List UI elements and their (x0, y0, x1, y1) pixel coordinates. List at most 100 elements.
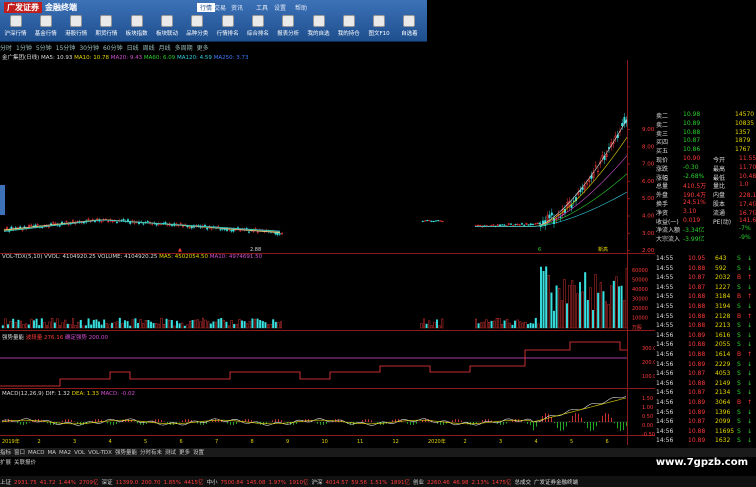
trade-side-mark: ↓ (747, 379, 753, 387)
period-7[interactable]: 周线 (143, 45, 155, 52)
macd-bar (590, 422, 591, 431)
period-6[interactable]: 日线 (127, 45, 139, 52)
candle (142, 223, 145, 225)
quote-value: 10.98 (683, 111, 701, 118)
indicator-tab-10[interactable]: 更多 (179, 450, 190, 456)
flow-axis-label: 300.0 (642, 346, 655, 352)
menu-2[interactable]: 资讯 (231, 3, 243, 12)
volume-bar (248, 321, 251, 329)
quote-key: 卖二 (656, 121, 669, 129)
axis-tick (627, 232, 630, 234)
candle (206, 227, 209, 230)
status-item: 1475亿 (492, 480, 512, 486)
toolbar-button-0[interactable]: 沪深行情 (2, 14, 29, 41)
period-0[interactable]: 分时 (0, 45, 12, 52)
macd-bar (458, 419, 459, 422)
volume-bar (183, 325, 186, 329)
indicator-tab-11[interactable]: 设置 (193, 450, 204, 456)
extension-tab-0[interactable]: 扩展 (0, 460, 11, 466)
volume-bar (136, 323, 139, 329)
period-4[interactable]: 30分钟 (79, 45, 99, 52)
trade-qty: 11695 (715, 427, 735, 435)
menu-5[interactable]: 帮助 (295, 3, 307, 12)
period-9[interactable]: 多周期 (175, 45, 193, 52)
volume-bar (482, 321, 485, 329)
status-item: 1891亿 (390, 480, 411, 486)
toolbar-button-13[interactable]: 自选着 (396, 14, 423, 41)
period-8[interactable]: 月线 (159, 45, 171, 52)
status-item: 59.56 (351, 480, 368, 486)
volume-bar (168, 319, 171, 329)
indicator-tab-3[interactable]: MA (48, 450, 57, 456)
top-toolbar: 广发证券 金融终端 行情 交易 资讯 工具 设置 帮助 沪深行情 基金行情 港股行情 期货行情 板块指… (0, 0, 427, 42)
macd-bar (482, 420, 483, 422)
volume-bar (430, 325, 433, 329)
quote-value: -3.34亿 (683, 227, 705, 235)
indicator-tab-4[interactable]: MA2 (59, 450, 71, 456)
quote-key2: PE(动) (713, 218, 732, 226)
volume-bar (527, 324, 530, 329)
volume-bar (71, 318, 74, 329)
period-1[interactable]: 1分钟 (16, 45, 32, 52)
toolbar-button-5[interactable]: 板块联动 (154, 14, 181, 41)
volume-bar (433, 321, 436, 329)
panel-separator (0, 388, 655, 389)
toolbar-button-1[interactable]: 基金行情 (32, 14, 59, 41)
axis-tick (627, 146, 630, 148)
toolbar-button-label: 自选着 (401, 31, 418, 37)
flow-chart (0, 341, 627, 387)
toolbar-button-6[interactable]: 品种分类 (184, 14, 211, 41)
volume-bar (17, 319, 20, 329)
period-3[interactable]: 15分钟 (56, 45, 76, 52)
toolbar-button-10[interactable]: 我的自选 (305, 14, 332, 41)
toolbar-button-3[interactable]: 期货行情 (93, 14, 120, 41)
macd-bar (227, 422, 228, 424)
menu-4[interactable]: 设置 (274, 3, 286, 12)
macd-bar (17, 422, 18, 424)
volume-bar (38, 325, 41, 329)
volume-bar (532, 323, 535, 329)
toolbar-button-12[interactable]: 图文F10 (366, 14, 393, 41)
indicator-tab-0[interactable]: 指标 (0, 450, 11, 456)
toolbar-button-9[interactable]: 报表分析 (275, 14, 302, 41)
volume-bar (162, 324, 165, 329)
toolbar-button-11[interactable]: 我的持仓 (335, 14, 362, 41)
chart-area[interactable]: 2.88 ▲ 6 新高 9.00 8.00 7.00 6.00 5.00 4.00 3.00 2.0… (0, 60, 655, 445)
trade-qty: 2229 (715, 360, 731, 368)
quote-value: 10.90 (683, 155, 701, 162)
period-2[interactable]: 5分钟 (36, 45, 52, 52)
period-10[interactable]: 更多 (197, 45, 209, 52)
indicator-tab-6[interactable]: VOL-TDX (88, 450, 112, 456)
indicator-tab-5[interactable]: VOL (74, 450, 85, 456)
menu-0[interactable]: 行情 (197, 3, 216, 12)
macd-bar (506, 422, 507, 424)
toolbar-button-4[interactable]: 板块指数 (123, 14, 150, 41)
indicator-tab-1[interactable]: 窗口 (14, 450, 25, 456)
macd-bar (29, 422, 30, 423)
macd-axis-label: 1.00 (642, 405, 653, 411)
volume-bar (477, 323, 480, 329)
price-axis-label: 3.00 (642, 231, 655, 237)
trade-qty: 2032 (715, 274, 731, 282)
indicator-tab-8[interactable]: 分时有未 (140, 450, 162, 456)
indicator-tab-2[interactable]: MACD (28, 450, 45, 456)
volume-bar (157, 323, 160, 329)
date-axis-label: 8 (251, 439, 254, 445)
toolbar-button-7[interactable]: 行情排名 (214, 14, 241, 41)
menu-3[interactable]: 工具 (256, 3, 268, 12)
menu-1[interactable]: 交易 (214, 3, 226, 12)
toolbar-icon (221, 15, 234, 27)
toolbar-button-2[interactable]: 港股行情 (63, 14, 90, 41)
volume-bar (113, 322, 116, 329)
price-axis-label: 2.00 (642, 248, 655, 254)
vol-axis-label: 50000 (632, 278, 648, 284)
extension-tab-1[interactable]: 关联报价 (14, 460, 36, 466)
candle (122, 219, 125, 221)
toolbar-button-8[interactable]: 综合排名 (244, 14, 271, 41)
indicator-tab-9[interactable]: 测试 (165, 450, 176, 456)
trade-time: 14:55 (656, 274, 674, 282)
indicator-tab-7[interactable]: 强势量能 (115, 450, 137, 456)
quote-value: 190.4万 (683, 192, 707, 200)
period-5[interactable]: 60分钟 (103, 45, 123, 52)
volume-bar (61, 322, 64, 329)
